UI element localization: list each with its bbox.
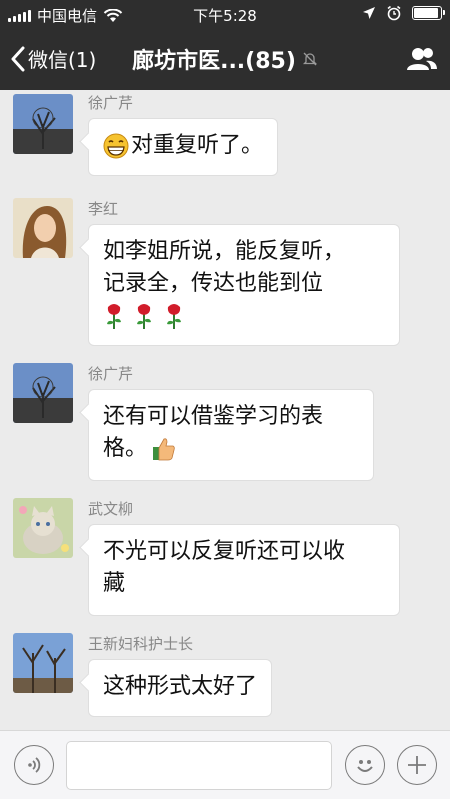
alarm-icon	[387, 5, 401, 21]
rose-emoji-icon	[103, 302, 185, 330]
sender-name: 武文柳	[88, 500, 134, 518]
input-bar	[0, 730, 450, 799]
avatar-kitten-image	[13, 498, 73, 558]
sender-name: 徐广芹	[88, 365, 134, 383]
message-input[interactable]	[66, 741, 332, 790]
group-members-icon	[407, 48, 437, 70]
chat-title-text: 廊坊市医...(85)	[132, 49, 296, 74]
message-bubble[interactable]: 还有可以借鉴学习的表 格。	[88, 389, 374, 481]
chat-members-button[interactable]	[406, 46, 438, 76]
avatar-trees-image	[13, 633, 73, 693]
nav-bar: 微信(1) 廊坊市医...(85)	[0, 28, 450, 90]
status-bar: 中国电信 下午5:28	[0, 0, 450, 28]
message-text-line: 藏	[103, 571, 126, 596]
message-bubble[interactable]: 这种形式太好了	[88, 659, 273, 717]
message-text-line: 如李姐所说，能反复听，	[103, 239, 346, 264]
emoji-button[interactable]	[345, 745, 385, 785]
avatar-tree-image	[13, 363, 73, 423]
message-text-line: 还有可以借鉴学习的表	[103, 404, 324, 429]
avatar[interactable]	[13, 498, 73, 558]
voice-toggle-button[interactable]	[14, 745, 54, 785]
smiley-icon	[357, 760, 373, 772]
message-bubble[interactable]: 如李姐所说，能反复听， 记录全，传达也能到位	[88, 224, 400, 346]
message-text: 对重复听了。	[131, 133, 264, 158]
chat-title: 廊坊市医...(85)	[0, 43, 450, 75]
message-text-line: 记录全，传达也能到位	[103, 271, 324, 296]
grin-emoji-icon	[103, 133, 129, 159]
avatar[interactable]	[13, 198, 73, 258]
mute-bell-icon	[302, 52, 317, 66]
message-bubble[interactable]: 对重复听了。	[88, 118, 279, 176]
message-text: 这种形式太好了	[103, 674, 258, 699]
voice-icon	[28, 757, 41, 773]
battery-icon	[412, 6, 445, 20]
location-icon	[363, 7, 375, 19]
sender-name: 李红	[88, 200, 119, 218]
more-button[interactable]	[397, 745, 437, 785]
message-text-line: 不光可以反复听还可以收	[103, 539, 346, 564]
plus-icon	[408, 756, 426, 774]
avatar-woman-image	[13, 198, 73, 258]
avatar[interactable]	[13, 363, 73, 423]
thumbs-up-emoji-icon	[153, 438, 175, 461]
avatar[interactable]	[13, 94, 73, 154]
sender-name: 王新妇科护士长	[88, 635, 194, 653]
avatar-tree-image	[13, 94, 73, 154]
message-text-line: 格。	[103, 436, 148, 461]
chat-area[interactable]: 徐广芹 对重复听了。 李红 如李姐所说，能反复听， 记录全，传达也能到位 徐广芹…	[0, 90, 450, 730]
sender-name: 徐广芹	[88, 94, 134, 112]
message-bubble[interactable]: 不光可以反复听还可以收 藏	[88, 524, 400, 616]
avatar[interactable]	[13, 633, 73, 693]
